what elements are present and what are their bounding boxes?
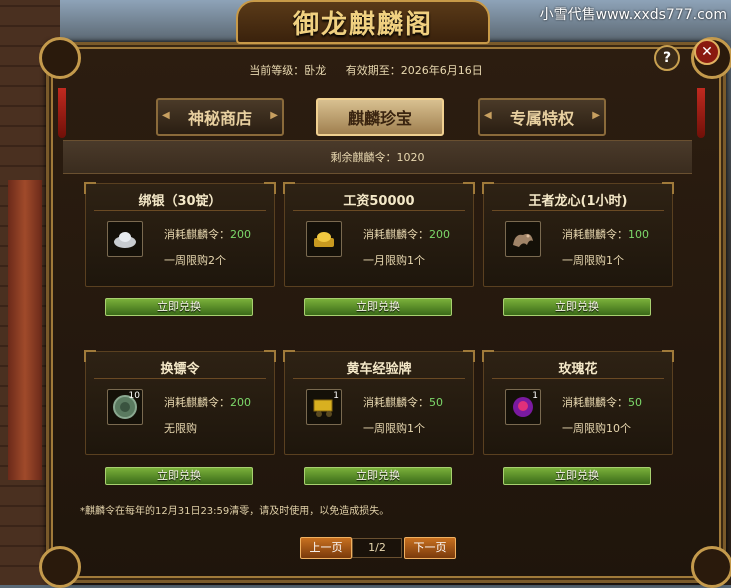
redeem-button[interactable]: 立即兑换 xyxy=(304,298,452,316)
cost-label: 消耗麒麟令： xyxy=(363,228,429,241)
card-divider xyxy=(94,210,266,211)
cost-label: 消耗麒麟令： xyxy=(562,228,628,241)
cost-value: 200 xyxy=(230,228,251,241)
escort-token-icon[interactable]: 10 xyxy=(107,389,143,425)
cost-value: 50 xyxy=(429,396,443,409)
item-count: 10 xyxy=(128,391,140,401)
card-divider xyxy=(492,378,664,379)
item-name: 工资50000 xyxy=(343,194,415,209)
tab-left-arrow-icon: ◀ xyxy=(484,110,492,121)
title-banner: 御龙麒麟阁 xyxy=(236,0,490,44)
page-indicator: 1/2 xyxy=(352,538,402,558)
cost-value: 100 xyxy=(628,228,649,241)
next-page-button[interactable]: 下一页 xyxy=(404,537,456,559)
tassel-ornament xyxy=(697,88,705,138)
card-divider xyxy=(492,210,664,211)
item-name: 黄车经验牌 xyxy=(346,362,412,377)
expire-date: 有效期至：2026年6月16日 xyxy=(345,64,483,77)
cost-value: 200 xyxy=(429,228,450,241)
cost-text: 消耗麒麟令：50 xyxy=(363,394,443,410)
item-name: 绑银（30锭） xyxy=(138,194,222,209)
item-name: 玫瑰花 xyxy=(558,362,598,377)
item-card: 玫瑰花 1 消耗麒麟令：50 一周限购10个 xyxy=(482,350,674,455)
purchase-limit: 一周限购10个 xyxy=(562,422,631,435)
redeem-button[interactable]: 立即兑换 xyxy=(503,298,651,316)
item-count: 1 xyxy=(532,391,538,401)
purchase-limit: 一周限购2个 xyxy=(164,254,226,267)
current-level: 当前等级：卧龙 xyxy=(249,64,327,77)
item-count: 1 xyxy=(333,391,339,401)
redeem-button[interactable]: 立即兑换 xyxy=(105,298,253,316)
redeem-button[interactable]: 立即兑换 xyxy=(503,467,651,485)
redeem-button[interactable]: 立即兑换 xyxy=(105,467,253,485)
info-bar: 当前等级：卧龙 有效期至：2026年6月16日 xyxy=(92,62,640,82)
cost-label: 消耗麒麟令： xyxy=(363,396,429,409)
cost-text: 消耗麒麟令：200 xyxy=(164,394,251,410)
question-icon: ? xyxy=(662,50,672,66)
redeem-button[interactable]: 立即兑换 xyxy=(304,467,452,485)
card-divider xyxy=(293,378,465,379)
dragon-heart-icon[interactable] xyxy=(505,221,541,257)
frame-corner-ornament xyxy=(39,546,81,588)
tab-right-arrow-icon: ▶ xyxy=(592,110,600,121)
cost-label: 消耗麒麟令： xyxy=(164,228,230,241)
remaining-tokens: 剩余麒麟令：1020 xyxy=(63,140,692,174)
frame-corner-ornament xyxy=(691,546,731,588)
frame-corner-ornament xyxy=(39,37,81,79)
purchase-limit: 一月限购1个 xyxy=(363,254,425,267)
window-title: 御龙麒麟阁 xyxy=(292,9,433,40)
remaining-tokens-text: 剩余麒麟令：1020 xyxy=(330,151,425,164)
item-name: 换镖令 xyxy=(160,362,200,377)
background-pillar xyxy=(8,180,42,480)
tab-mystery-shop[interactable]: ◀ 神秘商店 ▶ xyxy=(156,98,284,136)
reset-notice: *麒麟令在每年的12月31日23:59清零，请及时使用，以免造成损失。 xyxy=(80,506,390,517)
tab-exclusive-privilege[interactable]: ◀ 专属特权 ▶ xyxy=(478,98,606,136)
watermark-text: 小雪代售www.xxds777.com xyxy=(539,7,727,23)
tab-label: 专属特权 xyxy=(509,109,574,128)
tab-right-arrow-icon: ▶ xyxy=(270,110,278,121)
tab-label: 神秘商店 xyxy=(187,109,252,128)
tab-left-arrow-icon: ◀ xyxy=(162,110,170,121)
close-button[interactable]: ✕ xyxy=(694,39,720,65)
cost-label: 消耗麒麟令： xyxy=(562,396,628,409)
item-card: 黄车经验牌 1 消耗麒麟令：50 一周限购1个 xyxy=(283,350,475,455)
item-name: 王者龙心(1小时) xyxy=(528,194,628,209)
item-card: 王者龙心(1小时) 消耗麒麟令：100 一周限购1个 xyxy=(482,182,674,287)
cost-text: 消耗麒麟令：200 xyxy=(164,226,251,242)
cost-text: 消耗麒麟令：200 xyxy=(363,226,450,242)
purchase-limit: 一周限购1个 xyxy=(363,422,425,435)
gold-ingot-icon[interactable] xyxy=(306,221,342,257)
card-divider xyxy=(293,210,465,211)
card-divider xyxy=(94,378,266,379)
close-icon: ✕ xyxy=(701,44,713,60)
purchase-limit: 一周限购1个 xyxy=(562,254,624,267)
silver-ingot-icon[interactable] xyxy=(107,221,143,257)
cost-text: 消耗麒麟令：100 xyxy=(562,226,649,242)
tab-qilin-treasure[interactable]: 麒麟珍宝 xyxy=(316,98,444,136)
tab-label: 麒麟珍宝 xyxy=(347,109,412,128)
cost-text: 消耗麒麟令：50 xyxy=(562,394,642,410)
tassel-ornament xyxy=(58,88,66,138)
item-card: 换镖令 10 消耗麒麟令：200 无限购 xyxy=(84,350,276,455)
cost-label: 消耗麒麟令： xyxy=(164,396,230,409)
cost-value: 50 xyxy=(628,396,642,409)
item-card: 绑银（30锭） 消耗麒麟令：200 一周限购2个 xyxy=(84,182,276,287)
purchase-limit: 无限购 xyxy=(164,422,197,435)
cost-value: 200 xyxy=(230,396,251,409)
cart-exp-icon[interactable]: 1 xyxy=(306,389,342,425)
prev-page-button[interactable]: 上一页 xyxy=(300,537,352,559)
item-card: 工资50000 消耗麒麟令：200 一月限购1个 xyxy=(283,182,475,287)
rose-icon[interactable]: 1 xyxy=(505,389,541,425)
help-button[interactable]: ? xyxy=(654,45,680,71)
